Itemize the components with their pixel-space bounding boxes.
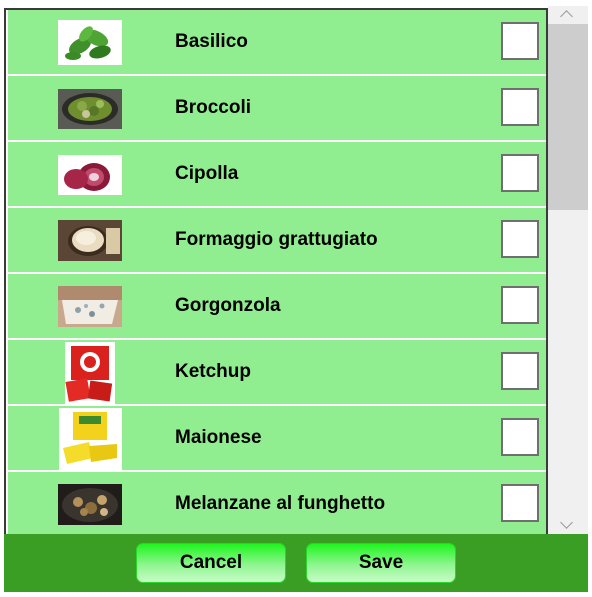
- onion-image: [58, 155, 122, 195]
- checkbox-cell: [497, 142, 546, 206]
- item-label: Melanzane al funghetto: [175, 493, 386, 514]
- checkbox-cell: [497, 76, 546, 140]
- item-label: Cipolla: [175, 163, 239, 184]
- cancel-button[interactable]: Cancel: [136, 543, 286, 583]
- list-item[interactable]: Gorgonzola: [8, 274, 546, 338]
- list-item[interactable]: Basilico: [8, 10, 546, 74]
- list-item[interactable]: Melanzane al funghetto: [8, 472, 546, 534]
- item-label: Formaggio grattugiato: [175, 229, 378, 250]
- ingredient-list: Basilico Broccoli Cipolla Formaggio grat…: [4, 8, 548, 534]
- mayonnaise-image: [59, 408, 122, 470]
- list-item[interactable]: Ketchup: [8, 340, 546, 404]
- checkbox-maionese[interactable]: [501, 418, 539, 456]
- checkbox-cipolla[interactable]: [501, 154, 539, 192]
- ingredient-dialog: Basilico Broccoli Cipolla Formaggio grat…: [0, 0, 592, 597]
- list-item-main: Maionese: [8, 406, 495, 470]
- list-item-main: Ketchup: [8, 340, 495, 404]
- list-item-main: Broccoli: [8, 76, 495, 140]
- item-label: Maionese: [175, 427, 262, 448]
- ketchup-image: [65, 342, 115, 404]
- list-item[interactable]: Cipolla: [8, 142, 546, 206]
- gorgonzola-image: [58, 286, 122, 327]
- item-label: Ketchup: [175, 361, 251, 382]
- checkbox-basilico[interactable]: [501, 22, 539, 60]
- eggplant-image: [58, 484, 122, 525]
- list-item[interactable]: Formaggio grattugiato: [8, 208, 546, 272]
- checkbox-cell: [497, 340, 546, 404]
- scroll-up-button[interactable]: [548, 6, 588, 24]
- checkbox-cell: [497, 274, 546, 338]
- checkbox-ketchup[interactable]: [501, 352, 539, 390]
- item-label: Broccoli: [175, 97, 252, 118]
- scrollbar-thumb[interactable]: [548, 24, 588, 210]
- grated-cheese-image: [58, 220, 122, 261]
- basil-image: [58, 20, 122, 65]
- list-item-main: Formaggio grattugiato: [8, 208, 495, 272]
- vertical-scrollbar[interactable]: [548, 6, 588, 534]
- list-item-main: Basilico: [8, 10, 495, 74]
- checkbox-cell: [497, 472, 546, 534]
- checkbox-gorgonzola[interactable]: [501, 286, 539, 324]
- scroll-down-button[interactable]: [548, 516, 588, 534]
- checkbox-cell: [497, 10, 546, 74]
- chevron-down-icon: [560, 516, 573, 529]
- list-item-main: Melanzane al funghetto: [8, 472, 495, 534]
- checkbox-cell: [497, 208, 546, 272]
- checkbox-formaggio-grattugiato[interactable]: [501, 220, 539, 258]
- checkbox-broccoli[interactable]: [501, 88, 539, 126]
- broccoli-image: [58, 89, 122, 129]
- checkbox-melanzane-al-funghetto[interactable]: [501, 484, 539, 522]
- save-button[interactable]: Save: [306, 543, 456, 583]
- chevron-up-icon: [560, 10, 573, 23]
- list-item[interactable]: Maionese: [8, 406, 546, 470]
- list-item-main: Cipolla: [8, 142, 495, 206]
- list-item[interactable]: Broccoli: [8, 76, 546, 140]
- dialog-footer: Cancel Save: [4, 534, 588, 592]
- item-label: Basilico: [175, 31, 248, 52]
- list-item-main: Gorgonzola: [8, 274, 495, 338]
- checkbox-cell: [497, 406, 546, 470]
- item-label: Gorgonzola: [175, 295, 281, 316]
